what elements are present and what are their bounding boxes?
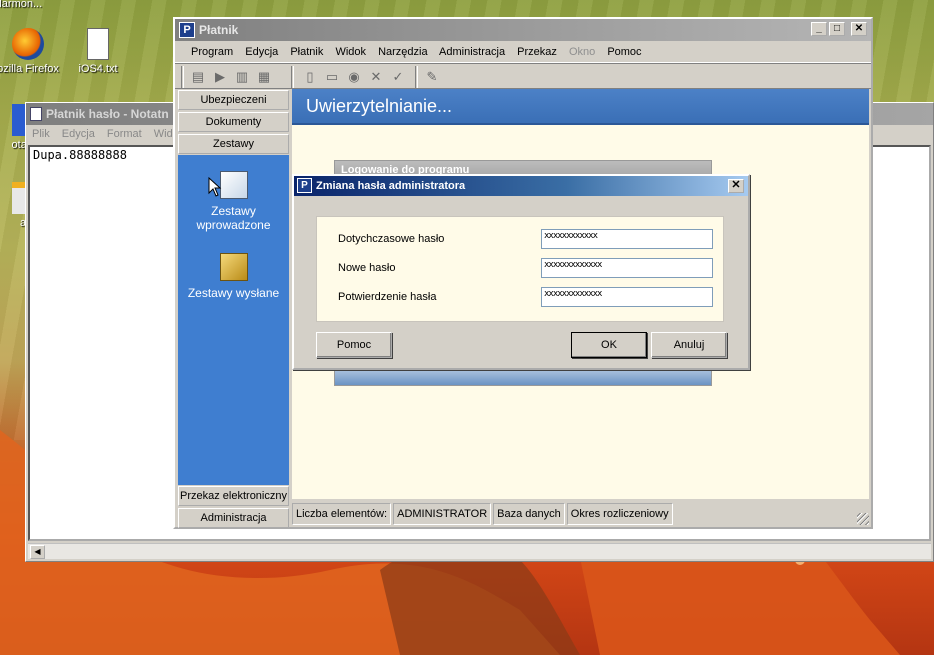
notepad-menu-format[interactable]: Format	[107, 128, 142, 140]
new-document-icon[interactable]: ▯	[299, 67, 321, 87]
menu-administracja[interactable]: Administracja	[439, 46, 505, 58]
sidebar-button-ubezpieczeni[interactable]: Ubezpieczeni	[178, 90, 289, 110]
view-eye-icon[interactable]: ◉	[343, 67, 365, 87]
mouse-pointer-icon	[208, 177, 222, 197]
toolbar-separator	[415, 66, 418, 88]
platnik-titlebar[interactable]: P Płatnik _ □ ✕	[175, 19, 871, 41]
firefox-icon	[12, 28, 44, 60]
sidebar-item-zestawy-wyslane[interactable]: Zestawy wysłane	[178, 253, 289, 300]
resize-grip-icon[interactable]	[857, 513, 869, 525]
desktop-icon-harmony[interactable]: Harmon...	[0, 0, 58, 10]
notepad-horizontal-scrollbar[interactable]: ◀	[28, 543, 931, 559]
dialog-titlebar[interactable]: P Zmiana hasła administratora ✕	[294, 176, 748, 196]
document-set-icon	[219, 171, 248, 199]
toolbar-separator	[181, 66, 184, 88]
status-period: Okres rozliczeniowy	[566, 503, 673, 525]
sidebar-button-dokumenty[interactable]: Dokumenty	[178, 112, 289, 132]
open-folder-icon[interactable]: ▭	[321, 67, 343, 87]
edit-form-icon[interactable]: ✎	[421, 67, 443, 87]
status-element-count: Liczba elementów:	[292, 503, 392, 525]
import-icon[interactable]: ▥	[231, 67, 253, 87]
sidebar-panel-zestawy: Zestawy wprowadzone Zestawy wysłane	[178, 155, 289, 485]
notepad-menu-edycja[interactable]: Edycja	[62, 128, 95, 140]
delete-x-icon[interactable]: ✕	[365, 67, 387, 87]
sidebar-item-zestawy-wprowadzone[interactable]: Zestawy wprowadzone	[178, 171, 289, 232]
ok-button[interactable]: OK	[571, 332, 647, 358]
scroll-left-icon[interactable]: ◀	[30, 545, 45, 559]
menu-platnik[interactable]: Płatnik	[290, 46, 323, 58]
platnik-logo-icon: P	[297, 178, 312, 193]
export-icon[interactable]: ▦	[253, 67, 275, 87]
sidebar-button-administracja[interactable]: Administracja	[178, 508, 289, 528]
sidebar-button-zestawy[interactable]: Zestawy	[178, 134, 289, 154]
help-button[interactable]: Pomoc	[316, 332, 392, 358]
dialog-close-icon[interactable]: ✕	[728, 179, 744, 193]
current-password-input[interactable]: xxxxxxxxxxxx	[541, 229, 713, 249]
status-bar: Liczba elementów: ADMINISTRATOR Baza dan…	[292, 503, 869, 525]
dialog-title: Zmiana hasła administratora	[316, 180, 466, 192]
change-admin-password-dialog: P Zmiana hasła administratora ✕ Dotychcz…	[292, 174, 750, 370]
toolbar-separator	[291, 66, 294, 88]
menu-pomoc[interactable]: Pomoc	[607, 46, 641, 58]
status-user: ADMINISTRATOR	[393, 503, 492, 525]
cancel-button[interactable]: Anuluj	[651, 332, 727, 358]
text-file-icon	[87, 28, 109, 60]
platnik-title: Płatnik	[199, 23, 239, 37]
password-form: Dotychczasowe hasło xxxxxxxxxxxx Nowe ha…	[316, 216, 724, 322]
confirm-password-input[interactable]: xxxxxxxxxxxxx	[541, 287, 713, 307]
menu-narzedzia[interactable]: Narzędzia	[378, 46, 428, 58]
platnik-menubar: Program Edycja Płatnik Widok Narzędzia A…	[175, 41, 871, 63]
desktop-icon-ios4-txt[interactable]: iOS4.txt	[58, 28, 138, 75]
new-password-label: Nowe hasło	[338, 262, 396, 274]
content-header: Uwierzytelnianie...	[292, 89, 869, 125]
notepad-menu-plik[interactable]: Plik	[32, 128, 50, 140]
current-password-label: Dotychczasowe hasło	[338, 233, 445, 245]
menu-edycja[interactable]: Edycja	[245, 46, 278, 58]
navigation-sidebar: Ubezpieczeni Dokumenty Zestawy Zestawy w…	[177, 89, 290, 528]
maximize-icon[interactable]: □	[829, 22, 845, 36]
field-confirm-password: Potwierdzenie hasła xxxxxxxxxxxxx	[338, 287, 718, 307]
menu-program[interactable]: Program	[191, 46, 233, 58]
check-icon[interactable]: ✓	[387, 67, 409, 87]
platnik-logo-icon: P	[179, 22, 195, 38]
minimize-icon[interactable]: _	[811, 22, 827, 36]
field-current-password: Dotychczasowe hasło xxxxxxxxxxxx	[338, 229, 718, 249]
confirm-password-label: Potwierdzenie hasła	[338, 291, 437, 303]
notepad-icon	[30, 107, 42, 121]
archive-box-icon	[219, 253, 248, 281]
menu-widok[interactable]: Widok	[335, 46, 366, 58]
sidebar-button-przekaz-elektroniczny[interactable]: Przekaz elektroniczny	[178, 486, 289, 506]
menu-okno: Okno	[568, 46, 596, 58]
close-icon[interactable]: ✕	[851, 22, 867, 36]
print-icon[interactable]: ▤	[187, 67, 209, 87]
status-database: Baza danych	[493, 503, 565, 525]
new-password-input[interactable]: xxxxxxxxxxxxx	[541, 258, 713, 278]
notepad-title: Płatnik hasło - Notatn	[46, 107, 169, 121]
field-new-password: Nowe hasło xxxxxxxxxxxxx	[338, 258, 718, 278]
menu-przekaz[interactable]: Przekaz	[517, 46, 557, 58]
platnik-toolbar: ▤ ▶ ▥ ▦ ▯ ▭ ◉ ✕ ✓ ✎	[175, 63, 871, 89]
send-icon[interactable]: ▶	[209, 67, 231, 87]
